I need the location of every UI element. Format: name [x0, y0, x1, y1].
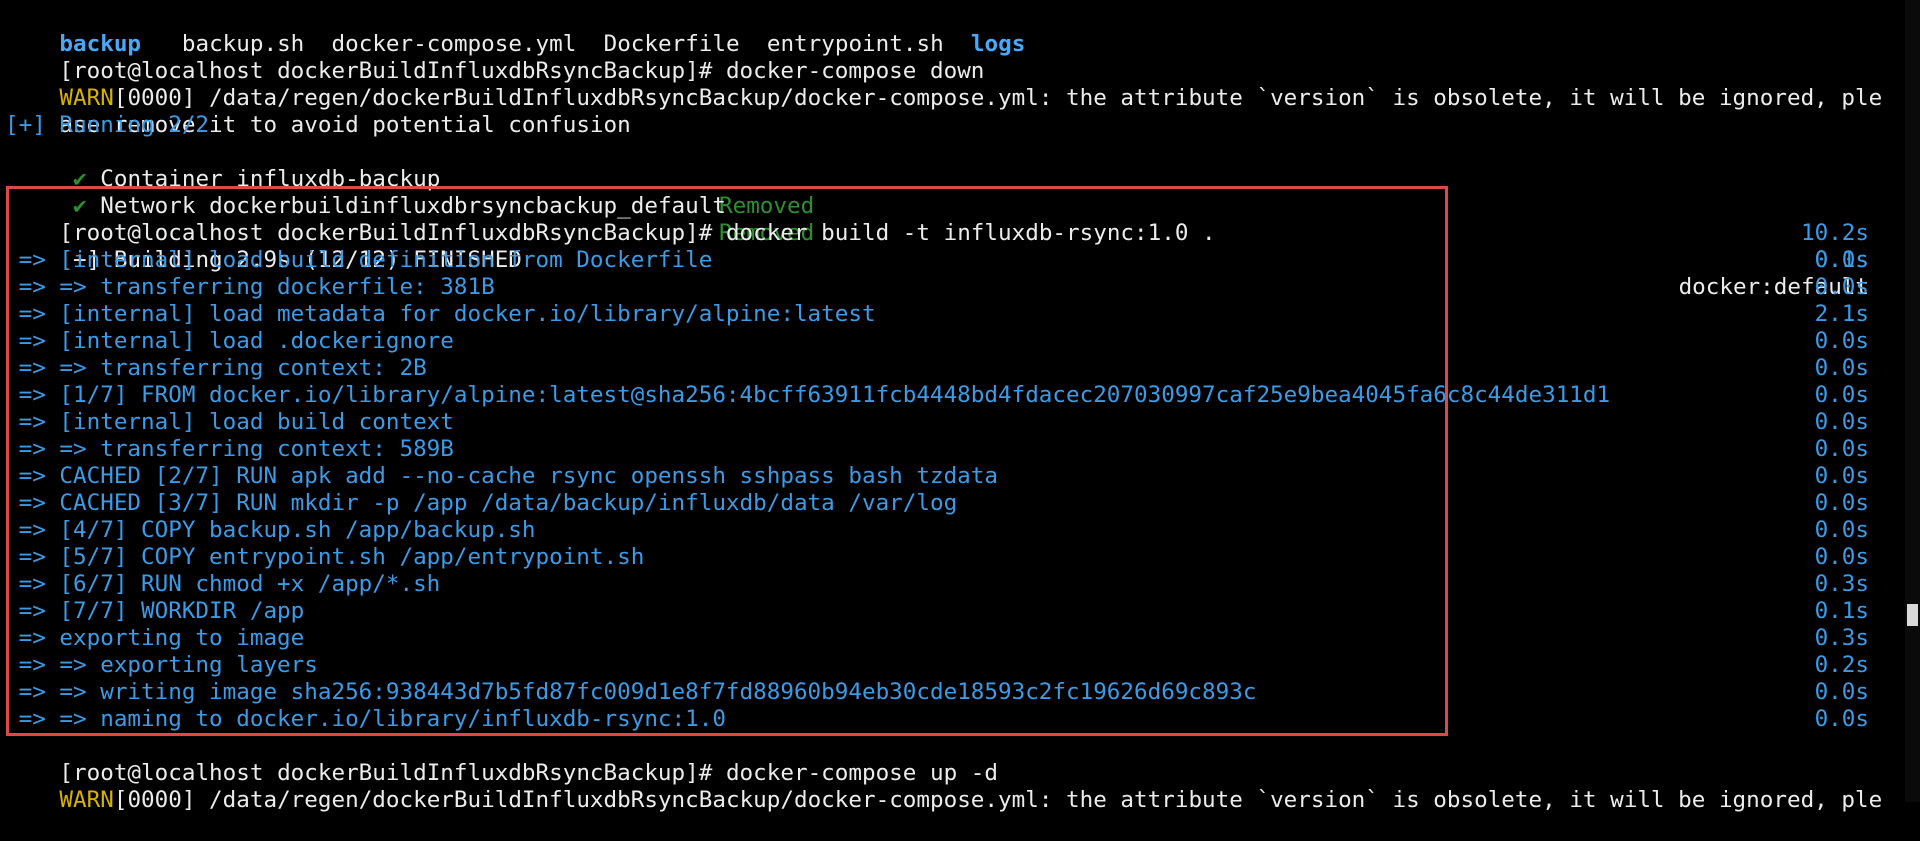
build-step: => => writing image sha256:938443d7b5fd8…: [5, 679, 1885, 706]
build-step: => CACHED [3/7] RUN mkdir -p /app /data/…: [5, 490, 1885, 517]
ls-output: backup backup.sh docker-compose.yml Dock…: [5, 4, 1885, 57]
build-step-time: 0.0s: [1814, 247, 1869, 273]
build-step-text: => [7/7] WORKDIR /app: [5, 598, 305, 624]
build-step-text: => [internal] load metadata for docker.i…: [5, 301, 876, 327]
build-step: => [internal] load metadata for docker.i…: [5, 301, 1885, 328]
building-header: [+] Building 2.9s (12/12) FINISHED docke…: [5, 220, 1885, 300]
build-step-time: 0.0s: [1814, 490, 1869, 516]
scrollbar[interactable]: [1905, 0, 1920, 802]
build-step: => => transferring dockerfile: 381B 0.0s: [5, 274, 1885, 301]
build-step: => [internal] load .dockerignore 0.0s: [5, 328, 1885, 355]
removed-item: ✔ Network dockerbuildinfluxdbrsyncbackup…: [5, 166, 1885, 273]
build-step-time: 0.0s: [1814, 355, 1869, 381]
build-step-text: => => writing image sha256:938443d7b5fd8…: [5, 679, 1257, 705]
build-step: => [4/7] COPY backup.sh /app/backup.sh 0.…: [5, 517, 1885, 544]
build-step: => exporting to image 0.3s: [5, 625, 1885, 652]
build-step: => [6/7] RUN chmod +x /app/*.sh 0.3s: [5, 571, 1885, 598]
removed-item: ✔ Container influxdb-backup Removed 10.2…: [5, 139, 1885, 246]
scrollbar-thumb[interactable]: [1907, 604, 1918, 626]
warn-line: WARN[0000] /data/regen/dockerBuildInflux…: [5, 760, 1885, 813]
build-step-text: => => transferring dockerfile: 381B: [5, 274, 495, 300]
build-step-text: => [internal] load build context: [5, 409, 454, 435]
build-step: => [1/7] FROM docker.io/library/alpine:l…: [5, 382, 1885, 409]
build-step: => [internal] load build definition from…: [5, 247, 1885, 274]
build-step-text: => => exporting layers: [5, 652, 318, 678]
build-step-time: 0.0s: [1814, 436, 1869, 462]
build-step: => [internal] load build context 0.0s: [5, 409, 1885, 436]
build-step-time: 0.0s: [1814, 409, 1869, 435]
command-line-down: [root@localhost dockerBuildInfluxdbRsync…: [5, 31, 1885, 84]
build-step: => [7/7] WORKDIR /app 0.1s: [5, 598, 1885, 625]
build-step-time: 0.1s: [1814, 598, 1869, 624]
build-step-text: => => naming to docker.io/library/influx…: [5, 706, 726, 732]
terminal-window[interactable]: backup backup.sh docker-compose.yml Dock…: [5, 0, 1885, 813]
build-step-text: => [4/7] COPY backup.sh /app/backup.sh: [5, 517, 536, 543]
build-step: => => naming to docker.io/library/influx…: [5, 706, 1885, 733]
build-step-text: => [1/7] FROM docker.io/library/alpine:l…: [5, 382, 1611, 408]
build-step-text: => CACHED [3/7] RUN mkdir -p /app /data/…: [5, 490, 958, 516]
build-step-text: => exporting to image: [5, 625, 305, 651]
warn-message: [0000] /data/regen/dockerBuildInfluxdbRs…: [113, 787, 1883, 813]
warn-tag: WARN: [59, 787, 114, 813]
warn-line-continued: ase remove it to avoid potential confusi…: [5, 85, 1885, 138]
build-step-time: 0.0s: [1814, 463, 1869, 489]
build-step-text: => [6/7] RUN chmod +x /app/*.sh: [5, 571, 441, 597]
build-step-time: 0.0s: [1814, 706, 1869, 732]
command-line-up: [root@localhost dockerBuildInfluxdbRsync…: [5, 733, 1885, 786]
build-step-time: 0.2s: [1814, 652, 1869, 678]
warn-line: WARN[0000] /data/regen/dockerBuildInflux…: [5, 58, 1885, 111]
build-step-time: 0.0s: [1814, 382, 1869, 408]
build-step-text: => [internal] load .dockerignore: [5, 328, 454, 354]
build-step: => => exporting layers 0.2s: [5, 652, 1885, 679]
build-step-time: 0.0s: [1814, 517, 1869, 543]
build-step-time: 0.3s: [1814, 571, 1869, 597]
build-step: => => transferring context: 589B 0.0s: [5, 436, 1885, 463]
build-step-time: 0.0s: [1814, 274, 1869, 300]
build-step: => => transferring context: 2B 0.0s: [5, 355, 1885, 382]
build-step-time: 2.1s: [1814, 301, 1869, 327]
command-line-build: [root@localhost dockerBuildInfluxdbRsync…: [5, 193, 1885, 246]
build-step-text: => CACHED [2/7] RUN apk add --no-cache r…: [5, 463, 998, 489]
build-step-time: 0.0s: [1814, 544, 1869, 570]
build-step-time: 0.3s: [1814, 625, 1869, 651]
build-step-text: => [5/7] COPY entrypoint.sh /app/entrypo…: [5, 544, 645, 570]
build-step-time: 0.0s: [1814, 328, 1869, 354]
build-step-text: => => transferring context: 589B: [5, 436, 454, 462]
build-step-text: => => transferring context: 2B: [5, 355, 427, 381]
build-step: => [5/7] COPY entrypoint.sh /app/entrypo…: [5, 544, 1885, 571]
build-step: => CACHED [2/7] RUN apk add --no-cache r…: [5, 463, 1885, 490]
build-step-text: => [internal] load build definition from…: [5, 247, 713, 273]
running-status: [+] Running 2/2: [5, 112, 210, 138]
build-step-time: 0.0s: [1814, 679, 1869, 705]
